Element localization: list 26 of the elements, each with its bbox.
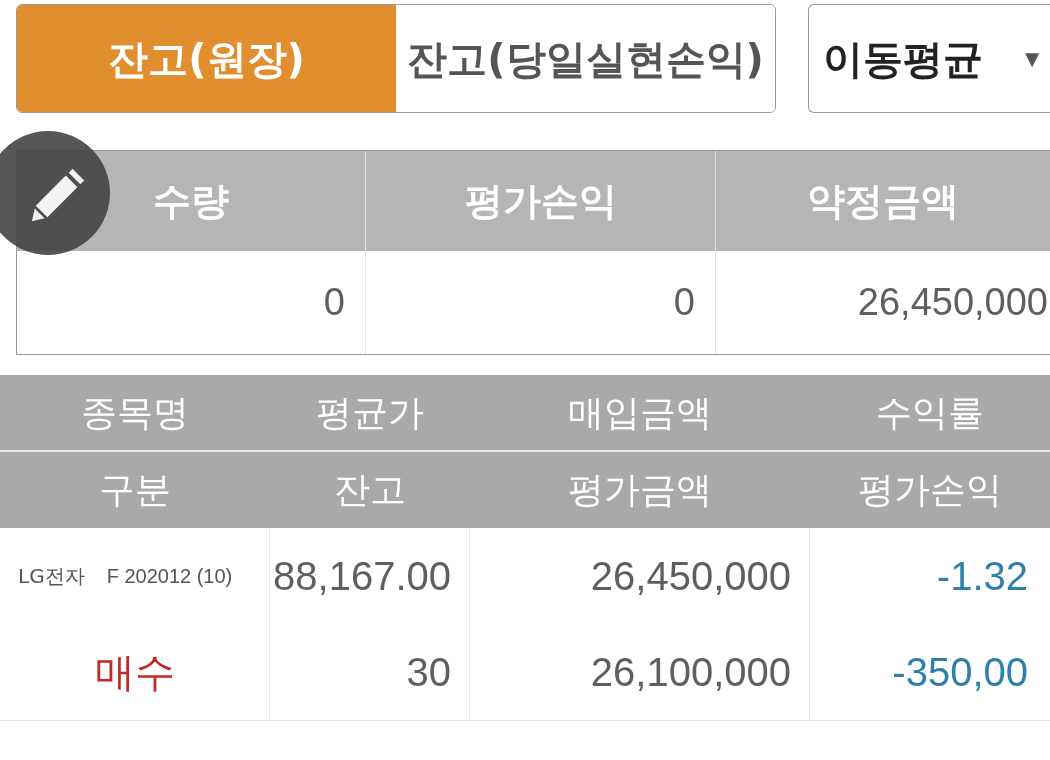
table-cell-text: 0 bbox=[673, 280, 695, 325]
column-header: 평가손익 bbox=[858, 468, 1002, 512]
column-header: 수익률 bbox=[876, 390, 984, 435]
dropdown-value: 이동평균 bbox=[823, 34, 983, 84]
column-header: 평가손익 bbox=[464, 177, 617, 225]
dropdown[interactable]: 이동평균 ▼ bbox=[808, 4, 1050, 113]
table-cell-text: 0 bbox=[323, 280, 345, 325]
column-header: 종목명 bbox=[81, 390, 189, 435]
table-cell-text: -350,00 bbox=[892, 649, 1028, 696]
column-header: 매입금액 bbox=[568, 390, 712, 435]
column-header: 수량 bbox=[153, 177, 229, 225]
table-cell-text: 88,167.00 bbox=[273, 553, 451, 600]
table-cell-text: 26,100,000 bbox=[590, 649, 791, 696]
column-header: 잔고 bbox=[334, 468, 406, 512]
column-header: 구분 bbox=[99, 468, 171, 512]
table-cell-text: -1.32 bbox=[936, 553, 1028, 600]
table-cell-text: 26,450,000 bbox=[590, 553, 791, 600]
table-cell-text: 30 bbox=[406, 649, 451, 696]
trade-side: 매수 bbox=[94, 648, 175, 697]
column-header: 평균가 bbox=[316, 390, 424, 435]
contract-code: F 202012 (10) bbox=[106, 564, 233, 589]
column-header: 평가금액 bbox=[568, 468, 712, 512]
table-cell-text: 26,450,000 bbox=[857, 280, 1048, 325]
stock-name: LG전자 bbox=[18, 563, 85, 590]
caret-icon: ▼ bbox=[1020, 40, 1044, 77]
column-header: 약정금액 bbox=[807, 177, 959, 225]
